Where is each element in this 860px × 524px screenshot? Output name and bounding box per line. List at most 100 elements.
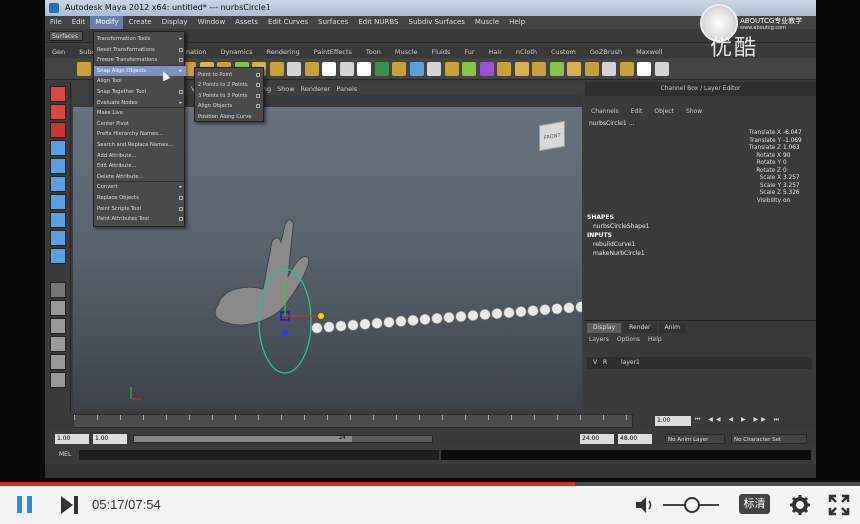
layer-row[interactable]: V R layer1 — [587, 357, 812, 369]
channel-menu-show[interactable]: Show — [680, 106, 708, 118]
tool-icon[interactable] — [50, 300, 66, 316]
command-input[interactable] — [79, 450, 439, 460]
playback-end-field[interactable]: 24.00 — [580, 434, 614, 444]
tool-icon[interactable] — [50, 212, 66, 228]
tool-icon[interactable] — [50, 282, 66, 298]
range-slider[interactable]: 24 — [133, 435, 433, 443]
shelf-tool-icon[interactable] — [637, 62, 651, 76]
channel-attribute-value[interactable]: 0 — [783, 168, 787, 174]
panel-menu-renderer[interactable]: Renderer — [301, 85, 331, 93]
anim-layer-dropdown[interactable]: No Anim Layer — [665, 434, 725, 444]
shelf-tool-icon[interactable] — [444, 62, 459, 76]
menu-subdiv-surfaces[interactable]: Subdiv Surfaces — [404, 16, 470, 29]
channel-object-name[interactable]: nurbsCircle1 ... — [589, 120, 634, 127]
snap-submenu-item[interactable]: 3 Points to 3 Points — [195, 91, 263, 101]
tool-icon[interactable] — [50, 158, 66, 174]
layer-name[interactable]: layer1 — [621, 357, 640, 369]
shelf-tool-icon[interactable] — [514, 62, 529, 76]
shelf-tool-icon[interactable] — [357, 62, 371, 76]
tool-icon[interactable] — [50, 104, 66, 120]
tool-icon[interactable] — [50, 318, 66, 334]
shelf-tool-icon[interactable] — [339, 62, 354, 76]
tool-icon[interactable] — [50, 248, 66, 264]
menu-create[interactable]: Create — [123, 16, 156, 29]
shelf-tool-icon[interactable] — [497, 62, 511, 76]
current-frame-field[interactable]: 1.00 — [655, 416, 691, 426]
shelf-tool-icon[interactable] — [287, 62, 301, 76]
modify-menu-item[interactable]: Align Tool — [94, 76, 186, 86]
layer-tab-anim[interactable]: Anim — [658, 323, 686, 333]
next-icon[interactable] — [58, 495, 80, 515]
shelf-tab-custom[interactable]: Custom — [544, 46, 583, 58]
layer-menu-layers[interactable]: Layers — [589, 336, 609, 343]
shelf-tool-icon[interactable] — [567, 62, 581, 76]
modify-menu-item[interactable]: Edit Attribute... — [94, 161, 186, 171]
channel-attribute-value[interactable]: 3.257 — [783, 175, 800, 181]
layer-menu-help[interactable]: Help — [648, 336, 662, 343]
modify-menu-item[interactable]: Convert ▸ — [94, 182, 186, 192]
snap-submenu-item[interactable]: Align Objects — [195, 101, 263, 111]
panel-menu-show[interactable]: Show — [277, 85, 295, 93]
menu-surfaces[interactable]: Surfaces — [313, 16, 353, 29]
channel-attribute-value[interactable]: -1.069 — [783, 138, 802, 144]
input-item[interactable]: makeNurbCircle1 — [593, 250, 645, 257]
menu-assets[interactable]: Assets — [230, 16, 263, 29]
snap-submenu-item[interactable]: Point to Point — [195, 70, 263, 80]
shelf-tool-icon[interactable] — [462, 62, 476, 76]
layer-visibility[interactable]: V — [593, 357, 597, 369]
option-box-icon[interactable] — [179, 206, 183, 211]
layer-render[interactable]: R — [603, 357, 607, 369]
snap-submenu-item[interactable]: 2 Points to 2 Points — [195, 80, 263, 90]
shelf-tab-fluids[interactable]: Fluids — [424, 46, 457, 58]
menu-help[interactable]: Help — [504, 16, 530, 29]
modify-menu-item[interactable]: Prefix Hierarchy Names... — [94, 129, 186, 139]
menu-modify[interactable]: Modify — [90, 16, 124, 29]
shelf-tool-icon[interactable] — [427, 62, 441, 76]
modify-menu-item[interactable]: Evaluate Nodes ▸ — [94, 98, 186, 108]
shelf-tool-icon[interactable] — [532, 62, 546, 76]
option-box-icon[interactable] — [179, 47, 183, 52]
shape-item[interactable]: nurbsCircleShape1 — [593, 223, 649, 230]
tool-icon[interactable] — [50, 86, 66, 102]
input-item[interactable]: rebuildCurve1 — [593, 241, 635, 248]
tool-icon[interactable] — [50, 354, 66, 370]
shelf-tab-hair[interactable]: Hair — [482, 46, 509, 58]
modify-menu-item[interactable]: Search and Replace Names... — [94, 140, 186, 150]
quality-button[interactable]: 标清 — [739, 494, 770, 514]
range-end-field[interactable]: 48.00 — [618, 434, 652, 444]
tool-icon[interactable] — [50, 176, 66, 192]
menu-edit-curves[interactable]: Edit Curves — [263, 16, 313, 29]
modify-menu-item[interactable]: Paint Attributes Tool — [94, 214, 186, 224]
volume-icon[interactable] — [635, 496, 655, 514]
settings-gear-icon[interactable] — [789, 494, 811, 516]
shelf-tool-icon[interactable] — [392, 62, 406, 76]
shelf-tool-icon[interactable] — [549, 62, 564, 76]
shelf-tool-icon[interactable] — [322, 62, 336, 76]
option-box-icon[interactable] — [179, 217, 183, 222]
option-box-icon[interactable] — [179, 58, 183, 63]
menu-edit[interactable]: Edit — [67, 16, 91, 29]
shelf-tool-icon[interactable] — [654, 62, 669, 76]
shelf-tab-gozbrush[interactable]: GoZBrush — [583, 46, 629, 58]
channel-menu-edit[interactable]: Edit — [625, 106, 649, 118]
shelf-tab-painteffects[interactable]: PaintEffects — [307, 46, 359, 58]
modify-menu-item[interactable]: Add Attribute... — [94, 151, 186, 161]
fullscreen-icon[interactable] — [828, 494, 850, 516]
playback-start-field[interactable]: 1.00 — [93, 434, 127, 444]
time-ruler[interactable] — [73, 414, 633, 428]
shelf-tab-rendering[interactable]: Rendering — [260, 46, 307, 58]
channel-attribute-value[interactable]: -6.047 — [783, 130, 802, 136]
modify-menu-item[interactable]: Delete Attribute... — [94, 172, 186, 182]
modify-menu-item[interactable]: Snap Together Tool — [94, 87, 186, 97]
option-box-icon[interactable] — [179, 196, 183, 200]
option-box-icon[interactable] — [256, 104, 260, 109]
shelf-tool-icon[interactable] — [409, 62, 424, 76]
layer-tab-render[interactable]: Render — [623, 323, 657, 333]
option-box-icon[interactable] — [179, 90, 183, 94]
tool-icon[interactable] — [50, 336, 66, 352]
modify-menu-item[interactable]: Transformation Tools ▸ — [94, 34, 186, 44]
tool-icon[interactable] — [50, 230, 66, 246]
modify-menu-item[interactable]: Freeze Transformations — [94, 55, 186, 65]
tool-icon[interactable] — [50, 140, 66, 156]
shelf-tool-icon[interactable] — [479, 62, 494, 76]
